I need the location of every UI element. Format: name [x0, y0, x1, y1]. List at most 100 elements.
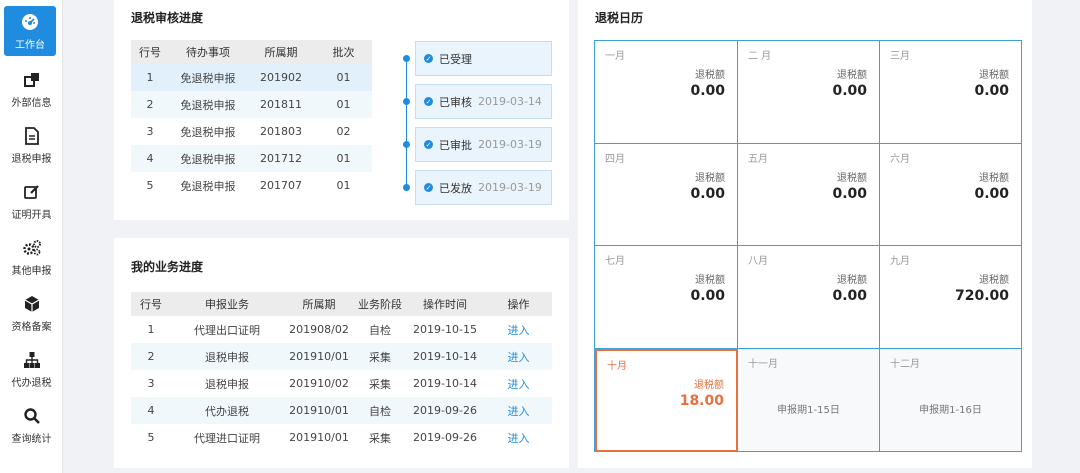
table-cell: 201910/01: [283, 343, 355, 370]
table-cell: 4: [131, 145, 169, 172]
sidebar-item-workbench[interactable]: 工作台: [4, 6, 56, 56]
month-label: 七月: [605, 256, 625, 267]
timeline-step-reviewed: ✓ 已审核 2019-03-14: [415, 84, 552, 119]
sidebar: 工作台 外部信息 退税申报 证明开具 其他申报 资格备案 代办退税 查询统计: [0, 0, 63, 473]
month-label: 十月: [607, 361, 627, 372]
refund-amount: 0.00: [974, 186, 1009, 202]
table-cell: 4: [131, 397, 171, 424]
month-label: 四月: [605, 154, 625, 165]
table-cell: 自检: [369, 323, 391, 337]
enter-link[interactable]: 进入: [485, 370, 552, 397]
amount-label: 退税额: [979, 275, 1009, 286]
calendar-cell-mar[interactable]: 三月 退税额 0.00: [880, 41, 1021, 144]
sidebar-item-label: 工作台: [15, 40, 45, 51]
table-cell: 201707: [260, 179, 302, 192]
table-header: 行号: [131, 40, 169, 64]
refund-amount: 18.00: [679, 393, 724, 409]
sidebar-item-other-declaration[interactable]: 其他申报: [0, 232, 63, 282]
month-label: 八月: [748, 256, 768, 267]
search-icon: [21, 405, 43, 427]
calendar-cell-feb[interactable]: 二 月 退税额 0.00: [738, 41, 880, 144]
table-cell: 02: [336, 125, 351, 138]
table-cell: 201712: [247, 145, 315, 172]
business-progress-table: 行号 申报业务 所属期 业务阶段 操作时间 操作 1 代理出口证明 201908…: [131, 292, 552, 451]
table-cell: 采集: [369, 431, 391, 445]
enter-link[interactable]: 进入: [485, 316, 552, 343]
month-label: 九月: [890, 256, 910, 267]
check-circle-icon: ✓: [424, 140, 433, 149]
cube-icon: [21, 293, 43, 315]
dashboard-icon: [19, 11, 41, 33]
sidebar-item-qualification-filing[interactable]: 资格备案: [0, 288, 63, 338]
check-circle-icon: ✓: [424, 54, 433, 63]
table-cell: 201908/02: [289, 323, 349, 336]
calendar-cell-jul[interactable]: 七月 退税额 0.00: [595, 246, 738, 349]
calendar-cell-aug[interactable]: 八月 退税额 0.00: [738, 246, 880, 349]
enter-link[interactable]: 进入: [485, 397, 552, 424]
table-row: 1 代理出口证明 201908/02 自检 2019-10-15 进入: [131, 316, 552, 343]
calendar-cell-jan[interactable]: 一月 退税额 0.00: [595, 41, 738, 144]
month-label: 六月: [890, 154, 910, 165]
refund-amount: 0.00: [690, 288, 725, 304]
table-cell: 2019-10-14: [405, 343, 485, 370]
sidebar-item-certificate-issue[interactable]: 证明开具: [0, 176, 63, 226]
calendar-cell-dec[interactable]: 十二月 申报期1-16日: [880, 349, 1021, 451]
table-cell: 免退税申报: [169, 145, 247, 172]
table-header: 业务阶段: [355, 292, 405, 316]
sidebar-item-label: 其他申报: [11, 266, 52, 277]
table-row: 5 代理进口证明 201910/01 采集 2019-09-26 进入: [131, 424, 552, 451]
calendar-cell-apr[interactable]: 四月 退税额 0.00: [595, 144, 738, 246]
table-cell: 201902: [247, 64, 315, 91]
calendar-cell-oct-current[interactable]: 十月 退税额 18.00: [595, 349, 738, 452]
month-label: 五月: [748, 154, 768, 165]
amount-label: 退税额: [695, 173, 725, 184]
table-header: 所属期: [283, 292, 355, 316]
document-icon: [21, 125, 43, 147]
table-row: 2 退税申报 201910/01 采集 2019-10-14 进入: [131, 343, 552, 370]
sidebar-item-label: 证明开具: [11, 210, 52, 221]
refund-amount: 0.00: [832, 186, 867, 202]
table-cell: 3: [146, 125, 154, 138]
table-row[interactable]: 5 免退税申报 201707 01: [131, 172, 372, 199]
timeline-step-approved: ✓ 已审批 2019-03-19: [415, 127, 552, 162]
table-row[interactable]: 3 免退税申报 201803 02: [131, 118, 372, 145]
sidebar-item-tax-refund-declaration[interactable]: 退税申报: [0, 120, 63, 170]
table-row[interactable]: 4 免退税申报 201712 01: [131, 145, 372, 172]
declaration-period: 申报期1-15日: [777, 405, 840, 416]
sidebar-item-query-statistics[interactable]: 查询统计: [0, 400, 63, 450]
calendar-cell-may[interactable]: 五月 退税额 0.00: [738, 144, 880, 246]
refund-amount: 0.00: [690, 186, 725, 202]
calendar-cell-jun[interactable]: 六月 退税额 0.00: [880, 144, 1021, 246]
table-header: 操作: [485, 292, 552, 316]
table-row[interactable]: 2 免退税申报 201811 01: [131, 91, 372, 118]
windows-icon: [21, 69, 43, 91]
step-label: 已发放: [439, 181, 472, 195]
table-cell: 01: [336, 179, 351, 192]
table-header: 待办事项: [169, 40, 247, 64]
enter-link[interactable]: 进入: [485, 343, 552, 370]
table-cell: 5: [147, 431, 155, 444]
refund-amount: 0.00: [832, 83, 867, 99]
timeline-dot: [403, 98, 410, 105]
month-label: 二 月: [748, 51, 772, 62]
table-cell: 退税申报: [205, 377, 249, 391]
step-date: 2019-03-14: [478, 95, 542, 108]
refund-amount: 0.00: [832, 288, 867, 304]
edit-icon: [21, 181, 43, 203]
sidebar-item-agent-refund[interactable]: 代办退税: [0, 344, 63, 394]
calendar-cell-sep[interactable]: 九月 退税额 720.00: [880, 246, 1021, 349]
review-progress-title: 退税审核进度: [131, 11, 204, 25]
table-row[interactable]: 1 免退税申报 201902 01: [131, 64, 372, 91]
sidebar-item-label: 资格备案: [11, 322, 52, 333]
enter-link[interactable]: 进入: [485, 424, 552, 451]
calendar-title: 退税日历: [595, 11, 644, 25]
amount-label: 退税额: [979, 70, 1009, 81]
table-cell: 201910/02: [289, 377, 349, 390]
sidebar-item-label: 外部信息: [11, 98, 52, 109]
calendar-cell-nov[interactable]: 十一月 申报期1-15日: [738, 349, 880, 451]
table-cell: 2019-10-14: [413, 377, 477, 390]
table-cell: 01: [315, 91, 372, 118]
sidebar-item-external-info[interactable]: 外部信息: [0, 64, 63, 114]
amount-label: 退税额: [837, 173, 867, 184]
amount-label: 退税额: [979, 173, 1009, 184]
